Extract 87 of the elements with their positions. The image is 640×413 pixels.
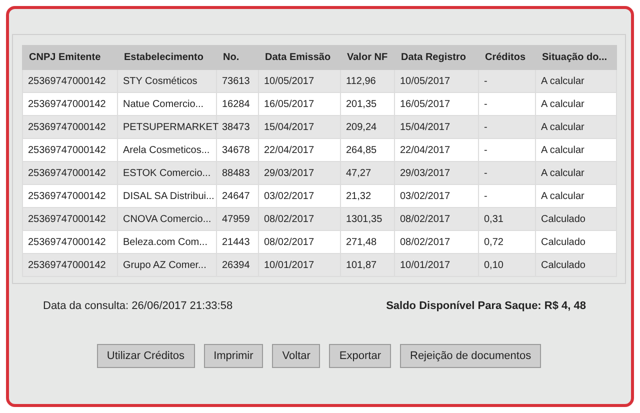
table-cell: 21443 xyxy=(216,230,258,254)
column-header[interactable]: Valor NF xyxy=(340,46,394,70)
table-cell: 47,27 xyxy=(340,162,394,184)
table-cell: - xyxy=(478,184,536,208)
table-cell: 25369747000142 xyxy=(22,184,118,208)
table-cell: 29/03/2017 xyxy=(394,162,478,184)
table-cell: 47959 xyxy=(216,208,258,230)
table-cell: PETSUPERMARKET xyxy=(118,116,216,138)
table-cell: 16284 xyxy=(216,92,258,116)
table-cell: Natue Comercio... xyxy=(118,92,216,116)
table-cell: 271,48 xyxy=(340,230,394,254)
table-cell: A calcular xyxy=(536,138,616,162)
available-balance: Saldo Disponível Para Saque: R$ 4, 48 xyxy=(386,300,586,312)
table-cell: A calcular xyxy=(536,184,616,208)
action-button[interactable]: Imprimir xyxy=(204,344,264,368)
table-cell: 25369747000142 xyxy=(22,162,118,184)
table-cell: 10/05/2017 xyxy=(258,70,340,92)
table-cell: 25369747000142 xyxy=(22,138,118,162)
column-header[interactable]: Situação do... xyxy=(536,46,616,70)
table-cell: Arela Cosmeticos... xyxy=(118,138,216,162)
table-cell: 25369747000142 xyxy=(22,254,118,276)
table-cell: 16/05/2017 xyxy=(394,92,478,116)
table-cell: 1301,35 xyxy=(340,208,394,230)
table-cell: Grupo AZ Comer... xyxy=(118,254,216,276)
table-cell: 22/04/2017 xyxy=(394,138,478,162)
table-cell: 24647 xyxy=(216,184,258,208)
table-cell: 25369747000142 xyxy=(22,92,118,116)
table-cell: - xyxy=(478,162,536,184)
table-cell: 25369747000142 xyxy=(22,70,118,92)
table-cell: A calcular xyxy=(536,162,616,184)
table-cell: 22/04/2017 xyxy=(258,138,340,162)
table-cell: 16/05/2017 xyxy=(258,92,340,116)
table-cell: 08/02/2017 xyxy=(258,230,340,254)
table-cell: - xyxy=(478,92,536,116)
table-cell: 26394 xyxy=(216,254,258,276)
query-date: Data da consulta: 26/06/2017 21:33:58 xyxy=(43,300,233,312)
table-cell: A calcular xyxy=(536,116,616,138)
table-cell: 201,35 xyxy=(340,92,394,116)
table-cell: - xyxy=(478,116,536,138)
table-cell: Calculado xyxy=(536,254,616,276)
table-cell: Calculado xyxy=(536,230,616,254)
table-cell: 88483 xyxy=(216,162,258,184)
table-cell: 25369747000142 xyxy=(22,116,118,138)
table-cell: CNOVA Comercio... xyxy=(118,208,216,230)
table-cell: 08/02/2017 xyxy=(394,208,478,230)
table-cell: 38473 xyxy=(216,116,258,138)
table-cell: 15/04/2017 xyxy=(394,116,478,138)
table-cell: Calculado xyxy=(536,208,616,230)
action-button[interactable]: Rejeição de documentos xyxy=(400,344,542,368)
table-cell: A calcular xyxy=(536,92,616,116)
table-cell: 73613 xyxy=(216,70,258,92)
table-cell: DISAL SA Distribui... xyxy=(118,184,216,208)
table-cell: 10/01/2017 xyxy=(258,254,340,276)
table-cell: 10/01/2017 xyxy=(394,254,478,276)
table-cell: 03/02/2017 xyxy=(258,184,340,208)
table-cell: 25369747000142 xyxy=(22,208,118,230)
table-cell: A calcular xyxy=(536,70,616,92)
table-cell: 10/05/2017 xyxy=(394,70,478,92)
action-button[interactable]: Voltar xyxy=(272,344,320,368)
table-cell: 0,31 xyxy=(478,208,536,230)
column-header[interactable]: Data Registro xyxy=(394,46,478,70)
column-header[interactable]: Estabelecimento xyxy=(118,46,216,70)
column-header[interactable]: Data Emissão xyxy=(258,46,340,70)
table-cell: 21,32 xyxy=(340,184,394,208)
table-cell: - xyxy=(478,70,536,92)
table-cell: - xyxy=(478,138,536,162)
column-header[interactable]: No. xyxy=(216,46,258,70)
column-header[interactable]: CNPJ Emitente xyxy=(22,46,118,70)
action-button[interactable]: Utilizar Créditos xyxy=(96,344,195,368)
column-header[interactable]: Créditos xyxy=(478,46,536,70)
table-cell: 112,96 xyxy=(340,70,394,92)
table-cell: 29/03/2017 xyxy=(258,162,340,184)
table-cell: 0,72 xyxy=(478,230,536,254)
table-cell: 03/02/2017 xyxy=(394,184,478,208)
table-cell: 08/02/2017 xyxy=(394,230,478,254)
table-cell: 0,10 xyxy=(478,254,536,276)
table-cell: 209,24 xyxy=(340,116,394,138)
action-button[interactable]: Exportar xyxy=(329,344,391,368)
table-cell: 101,87 xyxy=(340,254,394,276)
table-cell: 15/04/2017 xyxy=(258,116,340,138)
table-cell: 08/02/2017 xyxy=(258,208,340,230)
table-cell: 34678 xyxy=(216,138,258,162)
table-cell: Beleza.com Com... xyxy=(118,230,216,254)
table-cell: 25369747000142 xyxy=(22,230,118,254)
table-cell: ESTOK Comercio... xyxy=(118,162,216,184)
table-cell: 264,85 xyxy=(340,138,394,162)
table-cell: STY Cosméticos xyxy=(118,70,216,92)
